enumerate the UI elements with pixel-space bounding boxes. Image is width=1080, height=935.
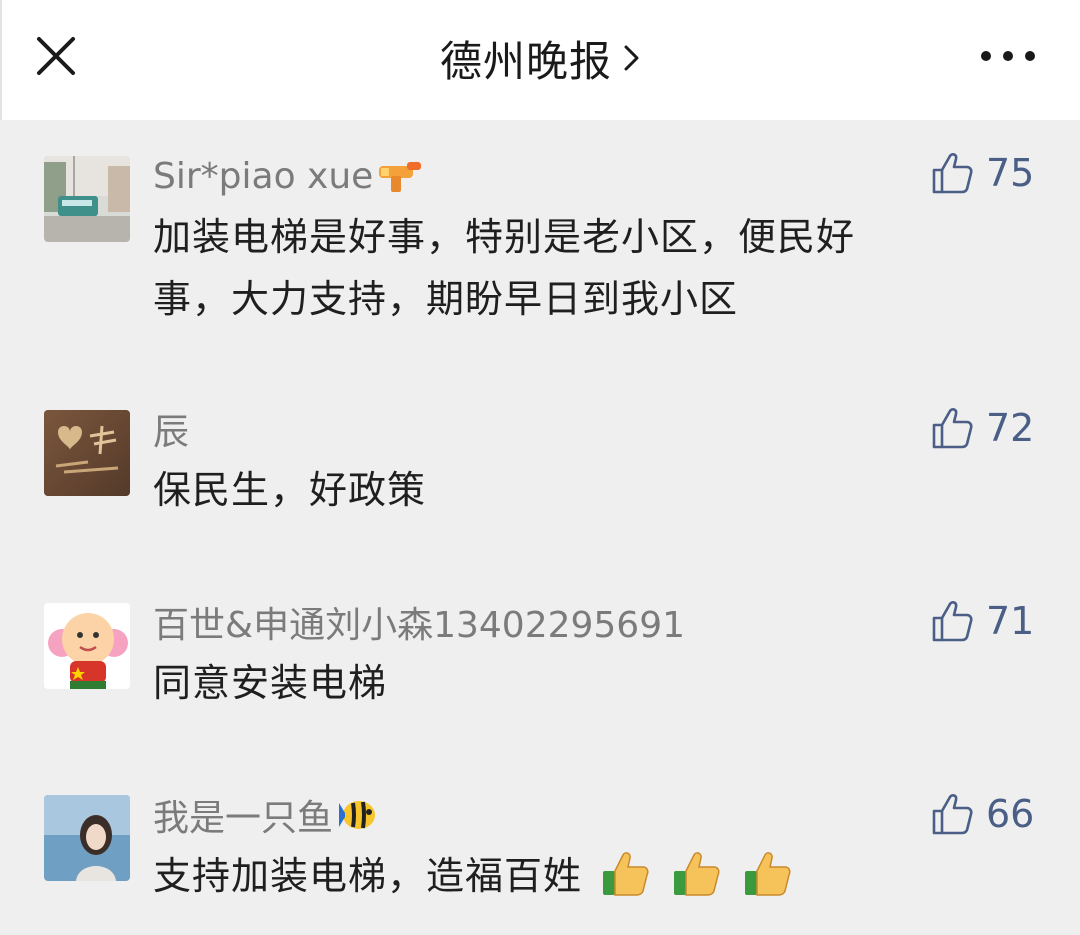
comment-item: Sir*piao xue 加装电梯是好事，特别是老小区，便民好 事，大力支持，期… [0,120,1080,360]
comment-text: 支持加装电梯，造福百姓 [153,845,973,907]
thumbs-up-emoji-icon [745,852,791,896]
avatar[interactable] [44,603,130,689]
avatar-girl-photo [44,795,130,881]
top-navigation-bar: 德州晚报 [0,0,1080,120]
nickname-text: Sir*piao xue [153,155,374,197]
comment-text-line: 事，大力支持，期盼早日到我小区 [153,277,739,321]
comment-text-line: 支持加装电梯，造福百姓 [153,845,973,907]
avatar[interactable] [44,156,130,242]
like-button[interactable]: 75 [930,148,1050,198]
comment-item: 我是一只鱼 支持加装电梯，造福百姓 66 [0,765,1080,935]
comment-text-line: 保民生，好政策 [153,468,427,512]
thumbs-up-icon [932,601,973,642]
avatar[interactable] [44,795,130,881]
like-count: 71 [986,599,1035,643]
comment-nickname[interactable]: 辰 [153,407,189,453]
avatar-street-photo [44,156,130,242]
more-options-button[interactable] [972,34,1044,78]
tropical-fish-emoji-icon [339,801,376,829]
thumbs-up-emoji-icon [603,852,649,896]
nickname-text: 辰 [153,412,190,453]
like-count: 75 [986,151,1035,195]
like-button[interactable]: 72 [930,403,1050,453]
like-button[interactable]: 66 [930,789,1050,839]
comment-item: 辰 保民生，好政策 72 [0,375,1080,545]
comment-list: Sir*piao xue 加装电梯是好事，特别是老小区，便民好 事，大力支持，期… [0,120,1080,935]
like-count: 72 [986,406,1035,450]
comment-item: 百世&申通刘小森13402295691 同意安装电梯 71 [0,570,1080,740]
thumbs-up-icon [932,153,973,194]
comment-text: 保民生，好政策 [153,459,973,521]
comment-text: 同意安装电梯 [153,652,973,714]
avatar-carved-heart [44,410,130,496]
comment-text-span: 支持加装电梯，造福百姓 [153,854,583,898]
like-button[interactable]: 71 [930,596,1050,646]
page-title: 德州晚报 [439,36,612,86]
thumbs-up-emoji-icon [674,852,720,896]
thumbs-up-icon [932,408,973,449]
comment-nickname[interactable]: Sir*piao xue [153,154,423,198]
comment-nickname[interactable]: 百世&申通刘小森13402295691 [153,600,685,646]
nickname-text: 百世&申通刘小森13402295691 [153,605,686,646]
thumbs-up-icon [932,794,973,835]
water-gun-emoji-icon [379,162,422,192]
like-count: 66 [986,792,1035,836]
nickname-text: 我是一只鱼 [153,798,334,839]
comment-text-line: 加装电梯是好事，特别是老小区，便民好 [153,215,856,259]
avatar-cartoon-baby [44,603,130,689]
account-title-link[interactable]: 德州晚报 [2,30,1080,86]
avatar[interactable] [44,410,130,496]
comment-text: 加装电梯是好事，特别是老小区，便民好 事，大力支持，期盼早日到我小区 [153,206,973,330]
more-dots-icon [981,51,1035,61]
chevron-right-icon [624,45,639,71]
comment-text-line: 同意安装电梯 [153,661,388,705]
comment-nickname[interactable]: 我是一只鱼 [153,793,383,839]
